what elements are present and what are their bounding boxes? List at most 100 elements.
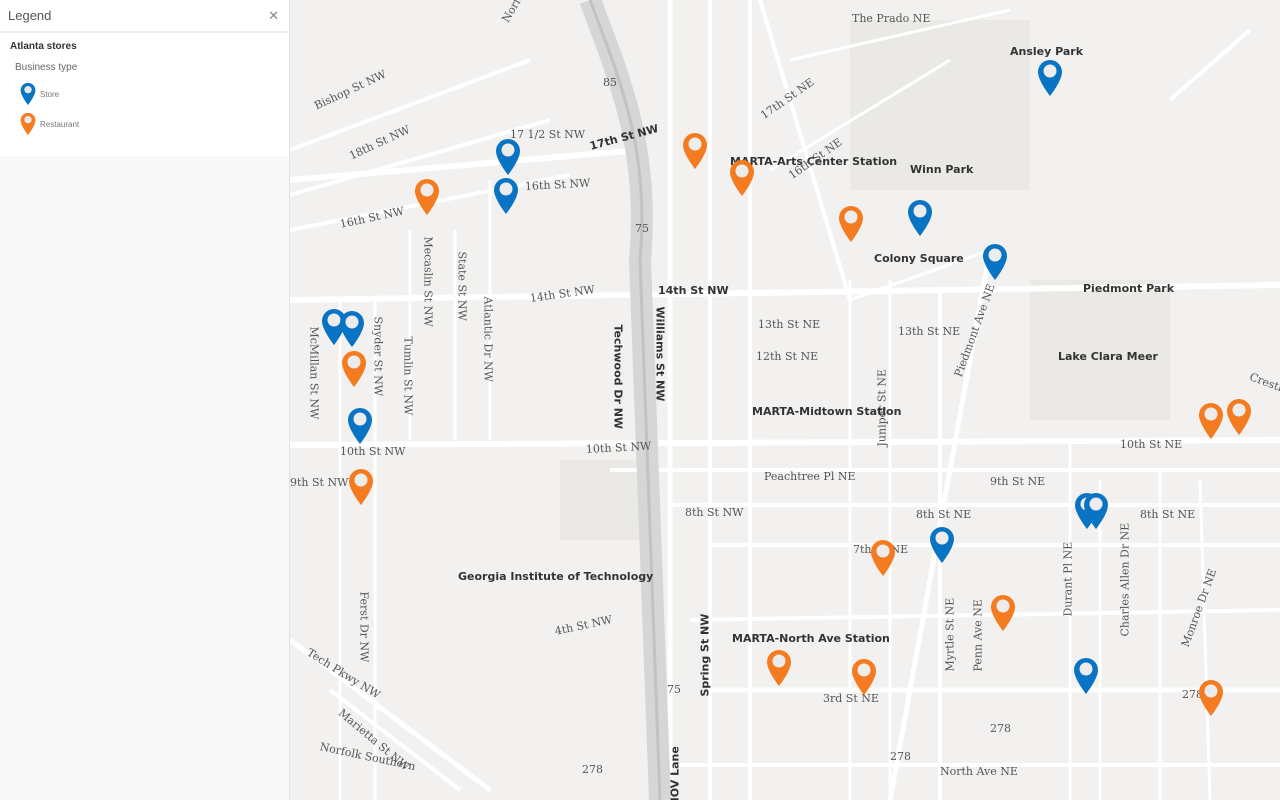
restaurant-pin[interactable]: [1198, 402, 1224, 440]
map-pin-icon: [1199, 403, 1223, 439]
map-label: Winn Park: [910, 163, 974, 176]
map-pin-icon: [1074, 658, 1098, 694]
map-label: 12th St NE: [756, 350, 819, 363]
legend-item-label: Store: [40, 89, 60, 99]
map-label: Tumlin St NW: [401, 336, 415, 416]
store-pin[interactable]: [929, 526, 955, 564]
store-pin[interactable]: [347, 407, 373, 445]
map-pin-icon: [342, 351, 366, 387]
store-pin[interactable]: [495, 138, 521, 176]
map-label: MARTA-North Ave Station: [732, 632, 890, 645]
map-label: Atlantic Dr NW: [481, 296, 495, 382]
road: [1198, 479, 1212, 800]
map-label: 10th St NE: [1120, 438, 1183, 451]
map-pin-icon: [730, 160, 754, 196]
map-label: 8th St NE: [1140, 508, 1196, 521]
map-view[interactable]: 17th St NW 16th St NW 16th St NW 17 1/2 St …: [290, 0, 1280, 800]
map-pin-icon: [991, 595, 1015, 631]
map-label: Lake Clara Meer: [1058, 350, 1158, 363]
map-label: HOV Lane: [668, 746, 682, 800]
map-label: Myrtle St NE: [943, 597, 957, 672]
restaurant-pin[interactable]: [1226, 398, 1252, 436]
map-label: Durant Pl NE: [1061, 541, 1075, 617]
legend-header: Legend ✕: [0, 0, 289, 33]
map-pin-icon: [1038, 60, 1062, 96]
restaurant-pin[interactable]: [838, 205, 864, 243]
map-label: Williams St NW: [653, 306, 667, 402]
close-icon[interactable]: ✕: [268, 8, 279, 24]
map-pin-icon: [1199, 680, 1223, 716]
map-label: Charles Allen Dr NE: [1118, 522, 1132, 637]
store-pin[interactable]: [1083, 492, 1109, 530]
map-pin-icon: [415, 179, 439, 215]
road: [328, 688, 462, 792]
map-pin-icon: [930, 527, 954, 563]
map-label: Georgia Institute of Technology: [458, 570, 654, 583]
map-pin-icon: [340, 311, 364, 347]
map-label: Colony Square: [874, 252, 964, 265]
map-label: 10th St NW: [340, 445, 406, 458]
store-pin[interactable]: [1073, 657, 1099, 695]
restaurant-pin[interactable]: [766, 649, 792, 687]
map-label: McMillan St NW: [307, 326, 321, 420]
map-pin-icon: [349, 469, 373, 505]
map-pin-icon: [1227, 399, 1251, 435]
road: [290, 147, 641, 183]
map-pin-icon: [348, 408, 372, 444]
map-label: 85: [603, 76, 617, 89]
restaurant-pin[interactable]: [414, 178, 440, 216]
map-label: Penn Ave NE: [971, 599, 985, 672]
map-label: 9th St NE: [990, 475, 1046, 488]
store-pin[interactable]: [339, 310, 365, 348]
restaurant-pin[interactable]: [682, 132, 708, 170]
store-pin[interactable]: [1037, 59, 1063, 97]
map-label: State St NW: [455, 251, 469, 321]
map-label: Spring St NW: [698, 613, 712, 697]
map-label: Peachtree Pl NE: [764, 470, 856, 483]
interstate-highway: [579, 0, 671, 800]
store-pin[interactable]: [493, 177, 519, 215]
layer-title: Atlanta stores: [10, 41, 77, 52]
map-label: Piedmont Park: [1083, 282, 1175, 295]
store-pin[interactable]: [907, 199, 933, 237]
restaurant-pin[interactable]: [870, 539, 896, 577]
group-title: Business type: [15, 62, 78, 73]
map-label: Ansley Park: [1010, 45, 1084, 58]
restaurant-pin[interactable]: [1198, 679, 1224, 717]
map-pin-icon: [496, 139, 520, 175]
map-label: 9th St NW: [290, 476, 349, 489]
map-pin-icon: [20, 82, 36, 106]
map-label: 13th St NE: [758, 318, 821, 331]
map-label: 278: [582, 763, 603, 776]
legend-item-label: Restaurant: [40, 119, 80, 129]
legend-item-restaurant: Restaurant: [20, 109, 279, 139]
map-pin-icon: [767, 650, 791, 686]
restaurant-pin[interactable]: [729, 159, 755, 197]
map-label: 75: [667, 683, 681, 696]
map-label: 8th St NE: [916, 508, 972, 521]
map-label: 8th St NW: [685, 506, 744, 519]
map-label: Mecaslin St NW: [421, 236, 435, 327]
map-pin-icon: [683, 133, 707, 169]
map-label: North Ave NE: [940, 765, 1018, 778]
restaurant-pin[interactable]: [851, 658, 877, 696]
map-pin-icon: [20, 112, 36, 136]
store-pin[interactable]: [982, 243, 1008, 281]
map-label: 14th St NW: [658, 284, 729, 297]
map-pin-icon: [839, 206, 863, 242]
restaurant-pin[interactable]: [990, 594, 1016, 632]
map-label: Techwood Dr NW: [611, 324, 625, 430]
restaurant-pin[interactable]: [341, 350, 367, 388]
legend-title: Legend: [8, 8, 52, 23]
map-pin-icon: [983, 244, 1007, 280]
map-pin-icon: [908, 200, 932, 236]
map-label: 278: [890, 750, 911, 763]
map-pin-icon: [852, 659, 876, 695]
map-label: The Prado NE: [852, 12, 931, 25]
map-label: 278: [990, 722, 1011, 735]
map-label: Snyder St NW: [371, 316, 385, 397]
road: [1168, 28, 1252, 102]
legend-panel: Legend ✕ Atlanta stores Business type St…: [0, 0, 290, 800]
map-pin-icon: [494, 178, 518, 214]
restaurant-pin[interactable]: [348, 468, 374, 506]
